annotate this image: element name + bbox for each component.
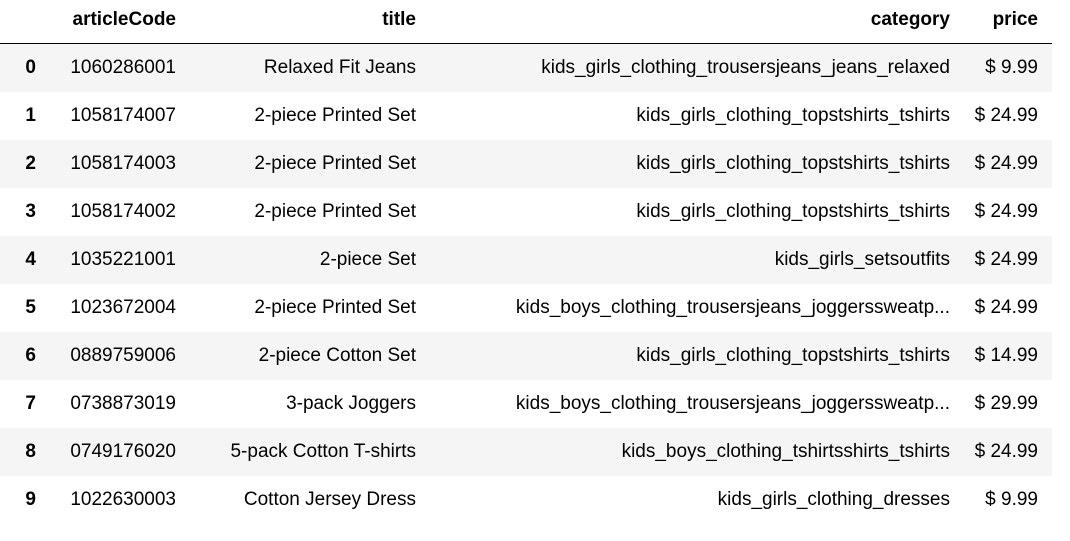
cell-articlecode: 0738873019 [70, 393, 176, 414]
row-index: 4 [25, 249, 36, 270]
header-title: title [182, 0, 422, 44]
table-row: 4 1035221001 2-piece Set kids_girls_sets… [0, 236, 1052, 284]
cell-category: kids_girls_setsoutfits [774, 249, 950, 270]
table-row: 7 0738873019 3-pack Joggers kids_boys_cl… [0, 380, 1052, 428]
cell-title: Cotton Jersey Dress [243, 489, 416, 510]
cell-articlecode: 1022630003 [70, 489, 176, 510]
row-index: 1 [25, 105, 36, 126]
cell-category: kids_girls_clothing_topstshirts_tshirts [636, 201, 950, 222]
cell-articlecode: 1035221001 [70, 249, 176, 270]
cell-title: Relaxed Fit Jeans [263, 57, 416, 78]
table-row: 9 1022630003 Cotton Jersey Dress kids_gi… [0, 476, 1052, 524]
cell-articlecode: 1060286001 [70, 57, 176, 78]
cell-category: kids_girls_clothing_topstshirts_tshirts [636, 153, 950, 174]
row-index: 6 [25, 345, 36, 366]
table-body: 0 1060286001 Relaxed Fit Jeans kids_girl… [0, 43, 1052, 524]
table-row: 2 1058174003 2-piece Printed Set kids_gi… [0, 140, 1052, 188]
row-index: 8 [25, 441, 36, 462]
header-index [0, 0, 42, 44]
table-row: 0 1060286001 Relaxed Fit Jeans kids_girl… [0, 43, 1052, 92]
table-row: 5 1023672004 2-piece Printed Set kids_bo… [0, 284, 1052, 332]
row-index: 7 [25, 393, 36, 414]
cell-price: $ 14.99 [974, 345, 1038, 366]
row-index: 0 [25, 57, 36, 78]
cell-title: 2-piece Printed Set [254, 297, 416, 318]
cell-price: $ 24.99 [974, 297, 1038, 318]
cell-category: kids_girls_clothing_topstshirts_tshirts [636, 105, 950, 126]
cell-title: 3-pack Joggers [286, 393, 416, 414]
cell-title: 2-piece Cotton Set [258, 345, 416, 366]
row-index: 2 [25, 153, 36, 174]
cell-articlecode: 1058174003 [70, 153, 176, 174]
cell-title: 2-piece Set [319, 249, 416, 270]
cell-title: 2-piece Printed Set [254, 105, 416, 126]
cell-category: kids_girls_clothing_dresses [717, 489, 950, 510]
row-index: 3 [25, 201, 36, 222]
cell-articlecode: 0889759006 [70, 345, 176, 366]
header-category: category [422, 0, 956, 44]
cell-title: 2-piece Printed Set [254, 153, 416, 174]
dataframe-table: articleCode title category price 0 10602… [0, 0, 1052, 524]
cell-title: 2-piece Printed Set [254, 201, 416, 222]
cell-price: $ 24.99 [974, 441, 1038, 462]
table-row: 3 1058174002 2-piece Printed Set kids_gi… [0, 188, 1052, 236]
header-price: price [956, 0, 1052, 44]
cell-articlecode: 1058174007 [70, 105, 176, 126]
cell-category: kids_girls_clothing_topstshirts_tshirts [636, 345, 950, 366]
cell-price: $ 24.99 [974, 249, 1038, 270]
cell-price: $ 24.99 [974, 153, 1038, 174]
cell-category: kids_boys_clothing_trousersjeans_joggers… [515, 393, 950, 414]
cell-price: $ 9.99 [985, 57, 1038, 78]
row-index: 5 [25, 297, 36, 318]
table-row: 8 0749176020 5-pack Cotton T-shirts kids… [0, 428, 1052, 476]
cell-articlecode: 0749176020 [70, 441, 176, 462]
header-row: articleCode title category price [0, 0, 1052, 44]
cell-price: $ 29.99 [974, 393, 1038, 414]
cell-articlecode: 1023672004 [70, 297, 176, 318]
cell-price: $ 9.99 [985, 489, 1038, 510]
cell-articlecode: 1058174002 [70, 201, 176, 222]
cell-category: kids_girls_clothing_trousersjeans_jeans_… [541, 57, 950, 78]
cell-price: $ 24.99 [974, 105, 1038, 126]
table-row: 1 1058174007 2-piece Printed Set kids_gi… [0, 92, 1052, 140]
table-header: articleCode title category price [0, 0, 1052, 44]
table-row: 6 0889759006 2-piece Cotton Set kids_gir… [0, 332, 1052, 380]
cell-category: kids_boys_clothing_tshirtsshirts_tshirts [621, 441, 950, 462]
header-articlecode: articleCode [42, 0, 182, 44]
row-index: 9 [25, 489, 36, 510]
cell-category: kids_boys_clothing_trousersjeans_joggers… [515, 297, 950, 318]
cell-price: $ 24.99 [974, 201, 1038, 222]
cell-title: 5-pack Cotton T-shirts [230, 441, 416, 462]
dataframe-output: articleCode title category price 0 10602… [0, 0, 1052, 524]
